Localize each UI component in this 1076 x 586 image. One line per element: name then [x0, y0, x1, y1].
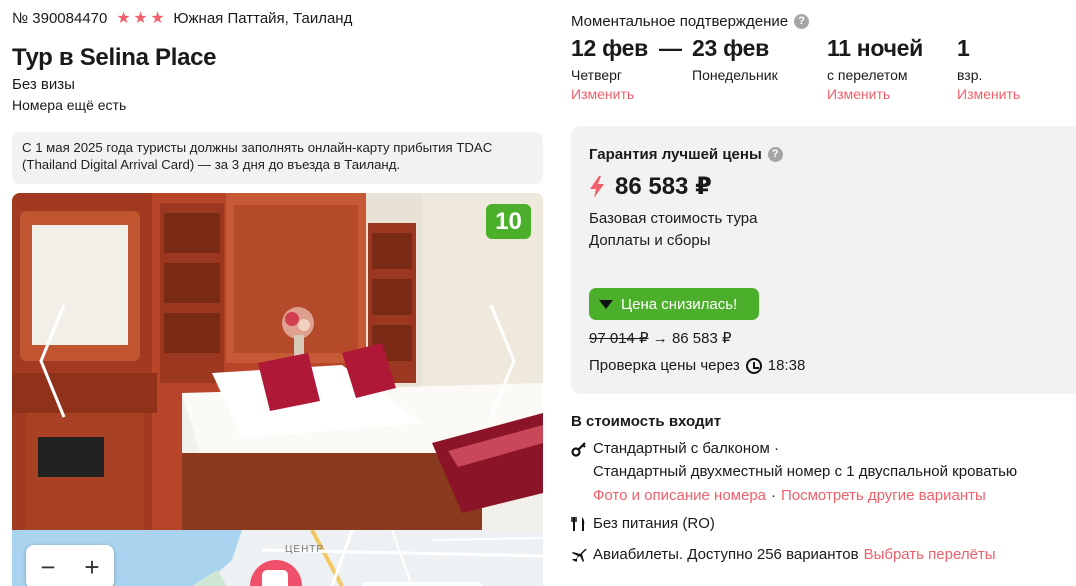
nights-subtitle: с перелетом — [827, 67, 908, 83]
chevron-left-icon[interactable] — [38, 303, 68, 419]
chevron-right-icon[interactable] — [487, 303, 517, 419]
edit-dates-link[interactable]: Изменить — [571, 86, 648, 102]
flights-row: Авиабилеты. Доступно 256 вариантов Выбра… — [571, 546, 996, 563]
start-weekday: Четверг — [571, 67, 623, 83]
plane-icon — [572, 548, 587, 562]
start-date: 12 фев — [571, 35, 648, 61]
edit-nights-link[interactable]: Изменить — [827, 86, 923, 102]
room-photos-link[interactable]: Фото и описание номера — [593, 487, 766, 504]
price-row: 86 583 ₽ — [589, 172, 712, 201]
cutlery-icon — [571, 516, 585, 531]
map-zoom-controls: − + — [26, 545, 114, 586]
zoom-out-button[interactable]: − — [40, 552, 55, 583]
end-date: 23 фев — [692, 35, 769, 61]
choose-flights-link[interactable]: Выбрать перелёты — [864, 546, 996, 563]
new-price: 86 583 ₽ — [671, 330, 732, 347]
base-cost-label: Базовая стоимость тура — [589, 210, 758, 227]
photo-gallery[interactable]: 10 — [12, 193, 543, 530]
hotel-stars: ★ ★ ★ — [116, 10, 165, 27]
room-name: Стандартный с балконом · — [593, 440, 779, 457]
room-row: Стандартный с балконом · — [571, 440, 779, 457]
tour-price: 86 583 ₽ — [615, 173, 712, 200]
price-check-timer: Проверка цены через 18:38 — [589, 357, 805, 374]
best-price-guarantee: Гарантия лучшей цены ? — [589, 146, 783, 163]
nights-count: 11 ночей — [827, 35, 923, 61]
meal-row: Без питания (RO) — [571, 515, 715, 532]
trip-end-date: 23 фев Понедельник — [692, 35, 778, 83]
bolt-icon — [590, 175, 604, 198]
tour-meta: № 390084470 ★ ★ ★ Южная Паттайя, Таиланд — [12, 10, 352, 27]
rating-badge: 10 — [486, 204, 531, 239]
clock-icon — [745, 357, 762, 374]
tdac-notice: С 1 мая 2025 года туристы должны заполня… — [12, 132, 543, 184]
adults-subtitle: взр. — [957, 67, 983, 83]
trip-start-date: 12 фев Четверг Изменить — [571, 35, 648, 102]
surcharges-label: Доплаты и сборы — [589, 232, 711, 249]
dot-separator: · — [771, 487, 776, 504]
visa-info: Без визы — [12, 76, 75, 93]
price-drop-badge: Цена снизилась! — [589, 288, 759, 320]
old-price: 97 014 ₽ — [589, 330, 649, 347]
price-check-time: 18:38 — [767, 357, 806, 374]
date-separator: — — [659, 35, 682, 61]
region: Южная Паттайя, Таиланд — [173, 10, 353, 27]
hotel-map[interactable]: − + ЦЕНТР — [12, 530, 543, 586]
star-icon: ★ — [133, 10, 148, 27]
zoom-in-button[interactable]: + — [84, 552, 99, 583]
star-icon: ★ — [116, 10, 131, 27]
end-weekday: Понедельник — [692, 67, 778, 83]
trip-adults: 1 взр. Изменить — [957, 35, 1020, 102]
room-description: Стандартный двухместный номер с 1 двуспа… — [593, 463, 1018, 480]
instant-confirmation: Моментальное подтверждение ? — [571, 13, 810, 30]
triangle-down-icon — [599, 299, 613, 309]
trip-nights: 11 ночей с перелетом Изменить — [827, 35, 923, 102]
help-icon[interactable]: ? — [767, 147, 783, 162]
adults-count: 1 — [957, 35, 970, 61]
meal-plan: Без питания (RO) — [593, 515, 715, 532]
edit-adults-link[interactable]: Изменить — [957, 86, 1020, 102]
price-card: Гарантия лучшей цены ? 86 583 ₽ Базовая … — [571, 126, 1076, 394]
other-rooms-link[interactable]: Посмотреть другие варианты — [781, 487, 986, 504]
key-icon — [571, 441, 586, 457]
page-title: Тур в Selina Place — [12, 44, 217, 71]
help-icon[interactable]: ? — [794, 14, 810, 29]
map-district-label: ЦЕНТР — [285, 544, 325, 555]
price-check-label: Проверка цены через — [589, 357, 740, 374]
flights-info: Авиабилеты. Доступно 256 вариантов — [593, 546, 859, 563]
hotel-room-photo — [12, 193, 543, 530]
room-links: Фото и описание номера · Посмотреть другие… — [593, 487, 986, 504]
rooms-availability: Номера ещё есть — [12, 97, 127, 113]
star-icon: ★ — [150, 10, 165, 27]
bed-icon — [262, 570, 288, 586]
confirm-label: Моментальное подтверждение — [571, 13, 789, 30]
price-change: 97 014 ₽ → 86 583 ₽ — [589, 329, 732, 347]
tour-id: № 390084470 — [12, 10, 108, 27]
guarantee-label: Гарантия лучшей цены — [589, 146, 762, 163]
includes-title: В стоимость входит — [571, 413, 722, 430]
arrow: → — [652, 330, 668, 347]
price-drop-label: Цена снизилась! — [621, 295, 738, 313]
